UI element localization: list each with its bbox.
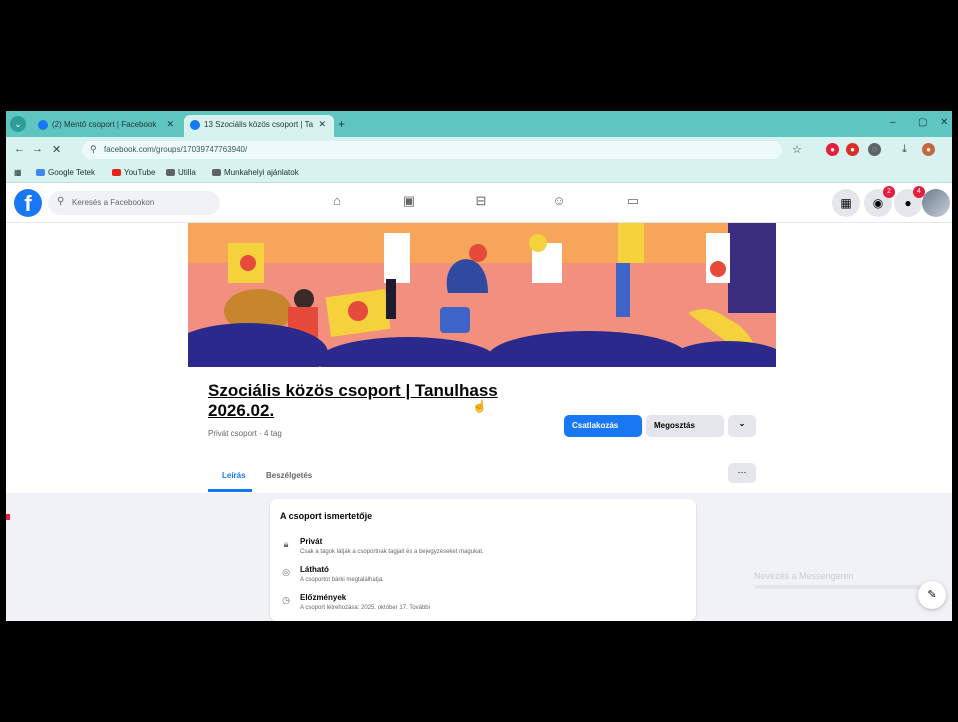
- tab-strip: ⌄ (2) Mentő csoport | Facebook ✕ 13 Szoc…: [6, 111, 952, 137]
- tab-about[interactable]: Leírás: [222, 471, 246, 480]
- home-icon[interactable]: ⌂: [326, 193, 348, 213]
- extension-icon[interactable]: ●: [846, 143, 859, 156]
- download-icon[interactable]: ⤓: [902, 143, 907, 156]
- marketplace-icon[interactable]: ⊟: [470, 193, 492, 213]
- browser-window: ⌄ (2) Mentő csoport | Facebook ✕ 13 Szoc…: [6, 111, 952, 621]
- close-window-icon[interactable]: ✕: [940, 117, 948, 128]
- gaming-icon[interactable]: ▭: [622, 193, 644, 213]
- avatar[interactable]: [922, 189, 950, 217]
- groups-icon[interactable]: ☺: [548, 193, 570, 213]
- youtube-icon: [112, 169, 121, 176]
- maximize-icon[interactable]: ▢: [918, 117, 927, 128]
- stop-icon[interactable]: ✕: [52, 143, 61, 156]
- bookmark-icon: [166, 169, 175, 176]
- forward-icon[interactable]: →: [32, 143, 43, 155]
- messenger-hint: Nevezés a Messengeren: [754, 571, 854, 581]
- bookmark-item[interactable]: Utilla: [166, 168, 196, 177]
- share-button[interactable]: Megosztás: [646, 415, 724, 437]
- mouse-cursor-icon: ☝: [472, 399, 487, 413]
- apps-icon[interactable]: ▦: [14, 168, 22, 177]
- url-input[interactable]: ⚲ facebook.com/groups/17039747763940/: [82, 141, 782, 159]
- bookmarks-bar: ▦ Google Tetek YouTube Utilla Munkahelyi…: [6, 163, 952, 183]
- active-tab-indicator: [208, 489, 252, 492]
- tabs-more-button[interactable]: ⋯: [728, 463, 756, 483]
- lock-icon: 🔒︎: [283, 539, 289, 549]
- video-icon[interactable]: ▣: [398, 193, 420, 213]
- extension-icon[interactable]: ●: [826, 143, 839, 156]
- facebook-logo[interactable]: f: [14, 189, 42, 217]
- tab-title: (2) Mentő csoport | Facebook: [52, 120, 157, 129]
- bookmark-item[interactable]: Google Tetek: [36, 168, 95, 177]
- facebook-favicon-icon: [190, 120, 200, 130]
- about-title: A csoport ismertetője: [280, 511, 373, 521]
- menu-grid-button[interactable]: ▦: [832, 189, 860, 217]
- messenger-button[interactable]: ◉ 2: [864, 186, 895, 217]
- sidebar-marker: [6, 514, 10, 520]
- tab-search-icon[interactable]: ⌄: [10, 116, 26, 132]
- join-label: Csatlakozás: [572, 421, 619, 430]
- search-icon: ⚲: [57, 196, 65, 207]
- address-bar: ← → ✕ ⚲ facebook.com/groups/170397477639…: [6, 137, 952, 163]
- extension-icon[interactable]: ◌: [868, 143, 881, 156]
- join-group-button[interactable]: Csatlakozás: [564, 415, 642, 437]
- tab-inactive[interactable]: (2) Mentő csoport | Facebook ✕: [32, 115, 182, 137]
- facebook-search-input[interactable]: ⚲ Keresés a Facebookon: [48, 191, 220, 215]
- about-card: A csoport ismertetője 🔒︎ Privát Csak a t…: [270, 499, 696, 621]
- close-tab-icon[interactable]: ✕: [318, 119, 326, 130]
- url-text: facebook.com/groups/17039747763940/: [104, 145, 248, 154]
- facebook-top-nav: f ⚲ Keresés a Facebookon ⌂ ▣ ⊟ ☺ ▭ ▦ ◉ 2…: [6, 183, 952, 223]
- group-cover-photo: [188, 223, 776, 367]
- notifications-button[interactable]: ● 4: [894, 186, 925, 217]
- more-options-button[interactable]: ⌄: [728, 415, 756, 437]
- close-tab-icon[interactable]: ✕: [166, 119, 174, 130]
- facebook-favicon-icon: [38, 120, 48, 130]
- tab-discussion[interactable]: Beszélgetés: [266, 471, 312, 480]
- new-tab-icon[interactable]: +: [338, 117, 345, 131]
- site-info-icon[interactable]: ⚲: [90, 144, 97, 155]
- share-label: Megosztás: [654, 421, 695, 430]
- clock-icon: ◷: [282, 595, 290, 605]
- messages-badge: 2: [883, 186, 895, 198]
- group-tabs: Leírás Beszélgetés: [208, 463, 756, 493]
- profile-icon[interactable]: ●: [922, 143, 935, 156]
- google-icon: [36, 169, 45, 176]
- new-message-button[interactable]: ✎: [918, 581, 946, 609]
- eye-icon: ◎: [282, 567, 290, 577]
- group-meta: Privát csoport · 4 tag: [208, 429, 282, 438]
- messenger-hint-line: [754, 585, 924, 589]
- back-icon[interactable]: ←: [14, 143, 25, 155]
- minimize-icon[interactable]: –: [890, 117, 896, 128]
- bookmark-item[interactable]: Munkahelyi ajánlatok: [212, 168, 299, 177]
- bookmark-star-icon[interactable]: ☆: [792, 143, 802, 156]
- bookmark-item[interactable]: YouTube: [112, 168, 155, 177]
- tab-active[interactable]: 13 Szociális közös csoport | Ta ✕: [184, 115, 334, 137]
- tab-title: 13 Szociális közös csoport | Ta: [204, 120, 314, 129]
- bookmark-icon: [212, 169, 221, 176]
